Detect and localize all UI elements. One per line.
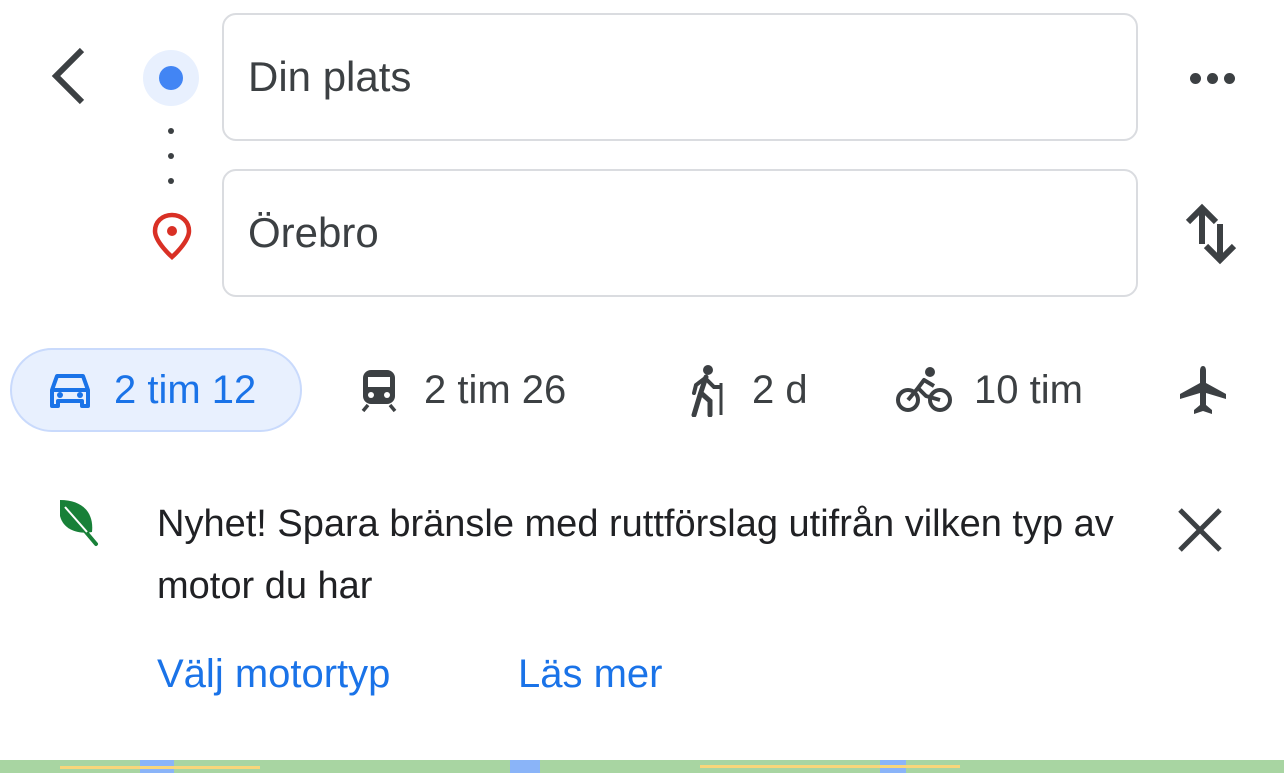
chevron-left-icon xyxy=(51,47,85,105)
mode-transit-duration: 2 tim 26 xyxy=(424,367,567,412)
more-horizontal-icon xyxy=(1189,72,1201,84)
mode-transit-tab[interactable]: 2 tim 26 xyxy=(356,348,566,432)
bicycle-icon xyxy=(896,366,952,414)
map-preview[interactable] xyxy=(0,760,1284,773)
map-water xyxy=(510,760,540,773)
mode-car-tab[interactable]: 2 tim 12 xyxy=(10,348,302,432)
mode-bike-duration: 10 tim xyxy=(974,367,1083,412)
close-icon[interactable] xyxy=(1168,498,1232,562)
destination-field[interactable]: Örebro xyxy=(222,169,1138,297)
mode-car-duration: 2 tim 12 xyxy=(114,367,257,412)
mode-flight-tab[interactable] xyxy=(1176,348,1230,432)
mode-bike-tab[interactable]: 10 tim xyxy=(896,348,1083,432)
route-connector xyxy=(164,128,178,184)
notice-message: Nyhet! Spara bränsle med ruttförslag uti… xyxy=(157,503,1114,607)
origin-field-value: Din plats xyxy=(248,53,412,100)
back-button[interactable] xyxy=(36,38,100,114)
eco-leaf-icon xyxy=(60,500,98,546)
origin-field[interactable]: Din plats xyxy=(222,13,1138,141)
map-pin-icon xyxy=(152,212,192,260)
current-location-dot-icon xyxy=(143,50,199,106)
mode-walk-duration: 2 d xyxy=(752,367,808,412)
train-icon xyxy=(356,367,402,413)
mode-walk-tab[interactable]: 2 d xyxy=(684,348,808,432)
hiking-icon xyxy=(684,363,730,417)
destination-field-value: Örebro xyxy=(248,209,379,256)
choose-engine-type-link[interactable]: Välj motortyp xyxy=(157,652,390,697)
map-road xyxy=(700,765,960,768)
swap-vertical-icon[interactable] xyxy=(1180,198,1244,270)
more-options-button[interactable] xyxy=(1176,56,1248,100)
airplane-icon xyxy=(1176,363,1230,417)
read-more-link[interactable]: Läs mer xyxy=(518,652,663,697)
car-icon xyxy=(48,370,92,410)
map-road xyxy=(60,766,260,769)
